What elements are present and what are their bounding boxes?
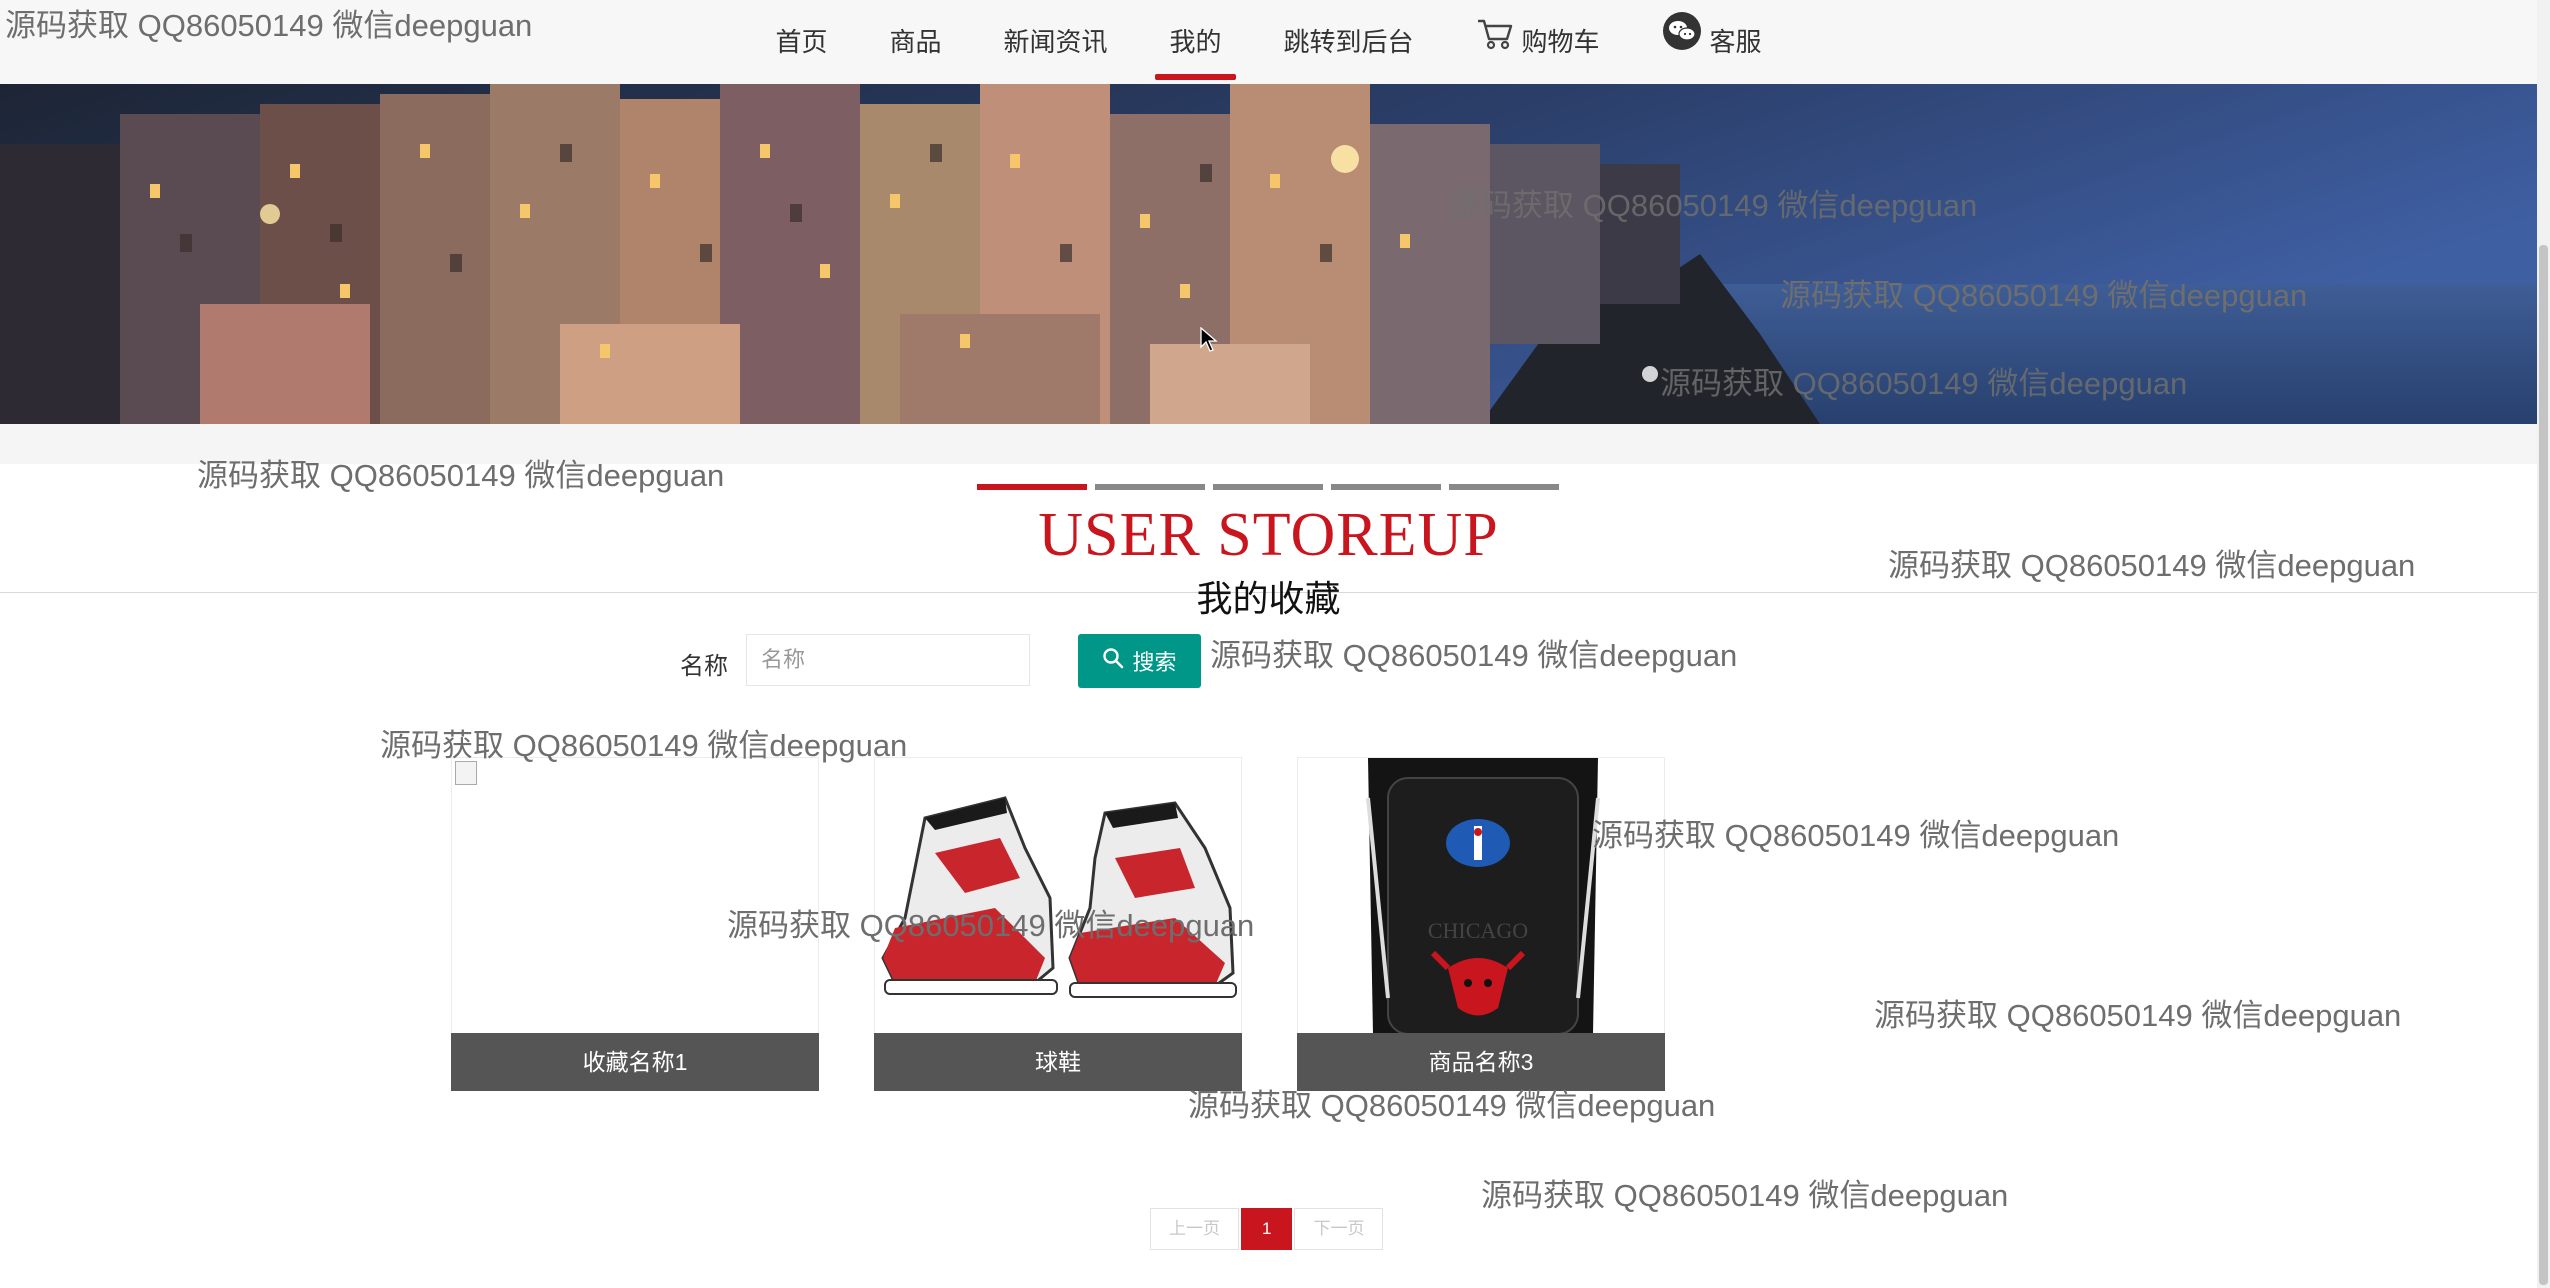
favorite-card[interactable]: 球鞋 (874, 757, 1242, 1091)
nav-item-admin[interactable]: 跳转到后台 (1284, 0, 1414, 84)
nav-label: 购物车 (1521, 27, 1600, 57)
pagination: 上一页 1 下一页 (1150, 1208, 1384, 1250)
card-title: 球鞋 (874, 1033, 1242, 1091)
hero-banner[interactable] (0, 84, 2537, 424)
banner-image (0, 84, 2537, 424)
nav-item-mine[interactable]: 我的 (1155, 0, 1236, 84)
carousel-indicators (977, 484, 1559, 490)
mouse-cursor-icon (1200, 326, 1218, 358)
watermark-text: 源码获取 QQ86050149 微信deepguan (1210, 638, 1738, 673)
watermark-text: 源码获取 QQ86050149 微信deepguan (1874, 998, 2402, 1033)
search-button-label: 搜索 (1132, 650, 1177, 675)
page-title-cn: 我的收藏 (1196, 578, 1341, 619)
nav-item-products[interactable]: 商品 (889, 0, 941, 84)
favorite-card[interactable]: 收藏名称1 (451, 757, 819, 1091)
carousel-dot[interactable] (1213, 484, 1323, 490)
nav-item-home[interactable]: 首页 (775, 0, 827, 84)
next-page-button[interactable]: 下一页 (1294, 1208, 1384, 1250)
nav-label: 商品 (889, 27, 942, 57)
nav-label: 我的 (1169, 27, 1222, 57)
search-button[interactable]: 搜索 (1078, 634, 1201, 688)
favorites-grid: 收藏名称1 球鞋 CHICAGO 商品名称3 (451, 757, 1665, 1091)
nav-label: 客服 (1709, 27, 1762, 57)
broken-image-icon (455, 761, 477, 785)
card-title: 收藏名称1 (451, 1033, 819, 1091)
sneakers-image (875, 758, 1241, 1034)
search-input[interactable] (746, 634, 1030, 686)
nav-label: 新闻资讯 (1003, 27, 1108, 57)
banner-bottom-strip (0, 424, 2537, 464)
carousel-dot[interactable] (1095, 484, 1205, 490)
card-image (451, 757, 819, 1035)
watermark-text: 源码获取 QQ86050149 微信deepguan (1592, 818, 2120, 853)
wechat-icon (1662, 0, 1702, 84)
search-label: 名称 (680, 653, 728, 680)
svg-text:CHICAGO: CHICAGO (1428, 918, 1528, 943)
main-nav: 首页 商品 新闻资讯 我的 跳转到后台 购物车 客服 (0, 0, 2537, 84)
favorite-card[interactable]: CHICAGO 商品名称3 (1297, 757, 1665, 1091)
carousel-dot[interactable] (1449, 484, 1559, 490)
scrollbar-thumb[interactable] (2539, 245, 2548, 1285)
backpack-image: CHICAGO (1298, 758, 1664, 1034)
carousel-dot[interactable] (1331, 484, 1441, 490)
nav-item-cart[interactable]: 购物车 (1476, 0, 1600, 84)
card-image: CHICAGO (1297, 757, 1665, 1035)
search-icon (1102, 647, 1124, 675)
nav-item-service[interactable]: 客服 (1662, 0, 1762, 84)
nav-item-news[interactable]: 新闻资讯 (1003, 0, 1107, 84)
cart-icon (1476, 0, 1514, 84)
carousel-dot[interactable] (977, 484, 1087, 490)
card-title: 商品名称3 (1297, 1033, 1665, 1091)
nav-label: 首页 (775, 27, 828, 57)
watermark-text: 源码获取 QQ86050149 微信deepguan (1481, 1178, 2009, 1213)
prev-page-button[interactable]: 上一页 (1150, 1208, 1239, 1250)
card-image (874, 757, 1242, 1035)
page-title-en: USER STOREUP (1038, 501, 1499, 569)
page-scrollbar[interactable] (2537, 0, 2550, 1288)
page-number-current[interactable]: 1 (1241, 1208, 1293, 1250)
top-navbar: 首页 商品 新闻资讯 我的 跳转到后台 购物车 客服 (0, 0, 2537, 84)
nav-label: 跳转到后台 (1283, 27, 1414, 57)
